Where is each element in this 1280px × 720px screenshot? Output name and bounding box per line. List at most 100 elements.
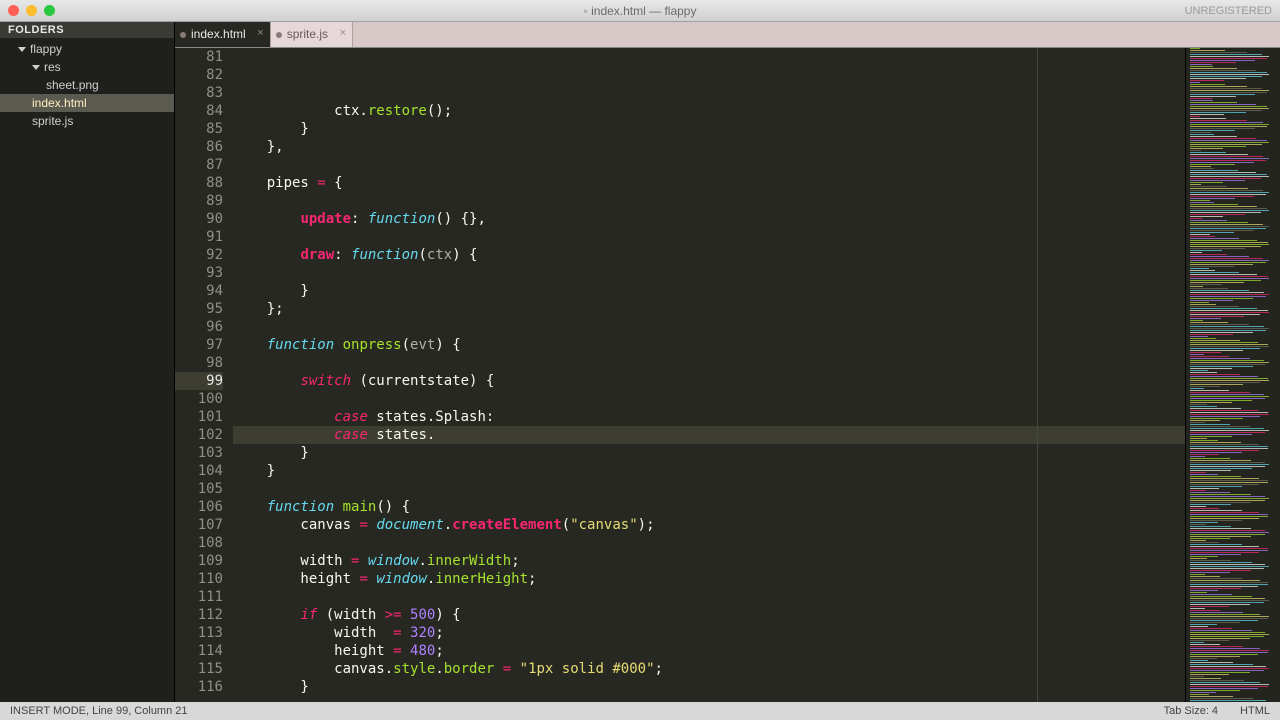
line-number[interactable]: 111: [175, 588, 223, 606]
line-number[interactable]: 109: [175, 552, 223, 570]
line-number[interactable]: 112: [175, 606, 223, 624]
code-line[interactable]: height = window.innerHeight;: [233, 570, 1185, 588]
line-number[interactable]: 107: [175, 516, 223, 534]
code-line[interactable]: if (width >= 500) {: [233, 606, 1185, 624]
minimap-line: [1190, 222, 1248, 223]
tab[interactable]: sprite.js×: [271, 22, 353, 47]
code-editor[interactable]: 8182838485868788899091929394959697989910…: [175, 48, 1280, 702]
code-line[interactable]: draw: function(ctx) {: [233, 246, 1185, 264]
line-number[interactable]: 83: [175, 84, 223, 102]
code-line[interactable]: },: [233, 138, 1185, 156]
code-line[interactable]: canvas.style.border = "1px solid #000";: [233, 660, 1185, 678]
line-number[interactable]: 82: [175, 66, 223, 84]
line-number[interactable]: 114: [175, 642, 223, 660]
line-number-gutter[interactable]: 8182838485868788899091929394959697989910…: [175, 48, 233, 702]
status-tab-size[interactable]: Tab Size: 4: [1164, 705, 1218, 717]
line-number[interactable]: 104: [175, 462, 223, 480]
code-line[interactable]: function onpress(evt) {: [233, 336, 1185, 354]
code-line[interactable]: [233, 264, 1185, 282]
line-number[interactable]: 89: [175, 192, 223, 210]
file-item[interactable]: index.html: [0, 94, 174, 112]
code-line[interactable]: }: [233, 444, 1185, 462]
code-line[interactable]: switch (currentstate) {: [233, 372, 1185, 390]
line-number[interactable]: 85: [175, 120, 223, 138]
code-line[interactable]: [233, 588, 1185, 606]
line-number[interactable]: 90: [175, 210, 223, 228]
line-number[interactable]: 103: [175, 444, 223, 462]
minimap-line: [1190, 650, 1269, 651]
token: function: [267, 499, 334, 515]
code-line[interactable]: width = 320;: [233, 624, 1185, 642]
code-line[interactable]: }: [233, 678, 1185, 696]
window-minimize-button[interactable]: [26, 5, 37, 16]
line-number[interactable]: 91: [175, 228, 223, 246]
tab-bar[interactable]: index.html×sprite.js×: [175, 22, 1280, 48]
code-line[interactable]: }: [233, 282, 1185, 300]
line-number[interactable]: 108: [175, 534, 223, 552]
close-icon[interactable]: ×: [257, 27, 263, 39]
line-number[interactable]: 102: [175, 426, 223, 444]
file-item[interactable]: sprite.js: [0, 112, 174, 130]
file-item[interactable]: sheet.png: [0, 76, 174, 94]
code-line[interactable]: [233, 354, 1185, 372]
line-number[interactable]: 100: [175, 390, 223, 408]
token: onpress: [343, 337, 402, 353]
line-number[interactable]: 96: [175, 318, 223, 336]
line-number[interactable]: 97: [175, 336, 223, 354]
line-number[interactable]: 98: [175, 354, 223, 372]
folder-sidebar[interactable]: FOLDERS flappyressheet.pngindex.htmlspri…: [0, 22, 175, 702]
status-bar[interactable]: INSERT MODE, Line 99, Column 21 Tab Size…: [0, 702, 1280, 720]
line-number[interactable]: 86: [175, 138, 223, 156]
folder-item[interactable]: flappy: [0, 40, 174, 58]
line-number[interactable]: 105: [175, 480, 223, 498]
line-number[interactable]: 95: [175, 300, 223, 318]
code-line[interactable]: ctx.restore();: [233, 102, 1185, 120]
code-line[interactable]: };: [233, 300, 1185, 318]
code-line[interactable]: case states.: [233, 426, 1185, 444]
folder-item[interactable]: res: [0, 58, 174, 76]
code-area[interactable]: ctx.restore(); } }, pipes = { update: fu…: [233, 48, 1185, 702]
code-line[interactable]: update: function() {},: [233, 210, 1185, 228]
line-number[interactable]: 94: [175, 282, 223, 300]
line-number[interactable]: 110: [175, 570, 223, 588]
code-line[interactable]: [233, 156, 1185, 174]
tab[interactable]: index.html×: [175, 22, 271, 47]
line-number[interactable]: 87: [175, 156, 223, 174]
code-line[interactable]: [233, 390, 1185, 408]
minimap-line: [1190, 446, 1268, 447]
line-number[interactable]: 93: [175, 264, 223, 282]
minimap-line: [1190, 120, 1247, 121]
status-syntax[interactable]: HTML: [1240, 705, 1270, 717]
code-line[interactable]: pipes = {: [233, 174, 1185, 192]
code-line[interactable]: function main() {: [233, 498, 1185, 516]
line-number[interactable]: 116: [175, 678, 223, 696]
code-line[interactable]: height = 480;: [233, 642, 1185, 660]
minimap-line: [1190, 274, 1257, 275]
minimap-line: [1190, 164, 1235, 165]
minimap-line: [1190, 186, 1227, 187]
close-icon[interactable]: ×: [340, 27, 346, 39]
code-line[interactable]: }: [233, 462, 1185, 480]
code-line[interactable]: canvas = document.createElement("canvas"…: [233, 516, 1185, 534]
code-line[interactable]: [233, 192, 1185, 210]
line-number[interactable]: 99: [175, 372, 223, 390]
line-number[interactable]: 88: [175, 174, 223, 192]
code-line[interactable]: [233, 480, 1185, 498]
window-close-button[interactable]: [8, 5, 19, 16]
code-line[interactable]: [233, 318, 1185, 336]
folder-tree[interactable]: flappyressheet.pngindex.htmlsprite.js: [0, 38, 174, 130]
line-number[interactable]: 115: [175, 660, 223, 678]
minimap[interactable]: [1185, 48, 1280, 702]
code-line[interactable]: case states.Splash:: [233, 408, 1185, 426]
window-maximize-button[interactable]: [44, 5, 55, 16]
line-number[interactable]: 81: [175, 48, 223, 66]
line-number[interactable]: 92: [175, 246, 223, 264]
code-line[interactable]: [233, 228, 1185, 246]
code-line[interactable]: }: [233, 120, 1185, 138]
code-line[interactable]: width = window.innerWidth;: [233, 552, 1185, 570]
line-number[interactable]: 113: [175, 624, 223, 642]
line-number[interactable]: 106: [175, 498, 223, 516]
line-number[interactable]: 101: [175, 408, 223, 426]
line-number[interactable]: 84: [175, 102, 223, 120]
code-line[interactable]: [233, 534, 1185, 552]
